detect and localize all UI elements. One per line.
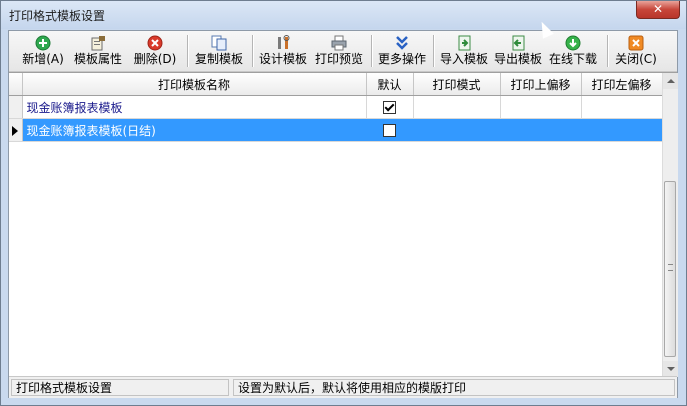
mode-cell[interactable] xyxy=(413,95,501,119)
template-name-cell[interactable]: 现金账簿报表模板(日结) xyxy=(22,118,367,142)
header-row: 打印模板名称 默认 打印模式 打印上偏移 打印左偏移 xyxy=(9,73,663,96)
import-template-button[interactable]: 导入模板 xyxy=(437,33,491,69)
delete-x-icon xyxy=(147,35,163,51)
scroll-thumb[interactable] xyxy=(664,181,676,357)
template-name-cell[interactable]: 现金账簿报表模板 xyxy=(22,95,367,119)
toolbar-separator xyxy=(371,35,373,67)
close-icon xyxy=(628,35,644,51)
column-header-name[interactable]: 打印模板名称 xyxy=(22,73,367,96)
export-template-button[interactable]: 导出模板 xyxy=(491,33,545,69)
close-label: 关闭(C) xyxy=(615,52,657,66)
column-header-default[interactable]: 默认 xyxy=(366,73,414,96)
title-bar[interactable]: 打印格式模板设置 ✕ xyxy=(1,1,686,29)
template-table: 打印模板名称 默认 打印模式 打印上偏移 打印左偏移 现金账簿报表模板 现金账簿… xyxy=(9,73,663,142)
double-chevron-down-icon xyxy=(394,35,410,51)
template-props-button[interactable]: 模板属性 xyxy=(71,33,125,69)
default-checkbox[interactable] xyxy=(383,124,396,137)
mode-cell[interactable] xyxy=(413,118,501,142)
status-bar: 打印格式模板设置 设置为默认后，默认将使用相应的模版打印 xyxy=(9,376,677,398)
print-preview-button[interactable]: 打印预览 xyxy=(312,33,366,69)
window-title: 打印格式模板设置 xyxy=(9,9,106,23)
left-offset-cell[interactable] xyxy=(581,118,663,142)
more-actions-button[interactable]: 更多操作 xyxy=(375,33,429,69)
add-button[interactable]: 新增(A) xyxy=(17,33,69,69)
toolbar-separator xyxy=(607,35,609,67)
online-download-button[interactable]: 在线下载 xyxy=(545,33,601,69)
toolbar-separator xyxy=(187,35,189,67)
template-grid[interactable]: 打印模板名称 默认 打印模式 打印上偏移 打印左偏移 现金账簿报表模板 现金账簿… xyxy=(9,72,678,377)
column-header-left-offset[interactable]: 打印左偏移 xyxy=(581,73,663,96)
dialog-client: 新增(A) 模板属性 删除(D) 复制模板 设计模板 打印预览 更多操作 导入模… xyxy=(8,30,678,398)
column-header-top-offset[interactable]: 打印上偏移 xyxy=(500,73,582,96)
export-icon xyxy=(510,35,526,51)
import-template-label: 导入模板 xyxy=(439,52,488,66)
toolbar-separator xyxy=(252,35,254,67)
copy-template-button[interactable]: 复制模板 xyxy=(191,33,247,69)
more-actions-label: 更多操作 xyxy=(377,52,426,66)
download-circle-icon xyxy=(565,35,581,51)
current-row-arrow-icon xyxy=(12,125,18,136)
row-marker[interactable] xyxy=(9,95,23,119)
close-button[interactable]: 关闭(C) xyxy=(611,33,661,69)
status-left-panel: 打印格式模板设置 xyxy=(11,379,229,396)
print-preview-label: 打印预览 xyxy=(314,52,363,66)
default-cell[interactable] xyxy=(366,118,414,142)
export-template-label: 导出模板 xyxy=(493,52,542,66)
window-close-button[interactable]: ✕ xyxy=(636,1,680,19)
online-download-label: 在线下载 xyxy=(548,52,597,66)
template-props-label: 模板属性 xyxy=(73,52,122,66)
table-row-selected[interactable]: 现金账簿报表模板(日结) xyxy=(9,118,663,142)
delete-label: 删除(D) xyxy=(133,52,177,66)
scroll-down-arrow-icon[interactable] xyxy=(663,361,678,377)
printer-icon xyxy=(331,35,347,51)
top-offset-cell[interactable] xyxy=(500,95,582,119)
tools-icon xyxy=(275,35,291,51)
left-offset-cell[interactable] xyxy=(581,95,663,119)
top-offset-cell[interactable] xyxy=(500,118,582,142)
row-marker[interactable] xyxy=(9,118,23,142)
design-template-label: 设计模板 xyxy=(258,52,307,66)
design-template-button[interactable]: 设计模板 xyxy=(256,33,310,69)
copy-template-label: 复制模板 xyxy=(194,52,243,66)
row-header-corner xyxy=(9,73,23,96)
properties-icon xyxy=(90,35,106,51)
dialog-window: 打印格式模板设置 ✕ 新增(A) 模板属性 删除(D) 复制模板 设计模板 打印… xyxy=(0,0,687,406)
default-cell[interactable] xyxy=(366,95,414,119)
delete-button[interactable]: 删除(D) xyxy=(129,33,181,69)
column-header-mode[interactable]: 打印模式 xyxy=(413,73,501,96)
import-icon xyxy=(456,35,472,51)
copy-icon xyxy=(211,35,227,51)
default-checkbox[interactable] xyxy=(383,101,396,114)
table-row[interactable]: 现金账簿报表模板 xyxy=(9,95,663,119)
toolbar: 新增(A) 模板属性 删除(D) 复制模板 设计模板 打印预览 更多操作 导入模… xyxy=(9,31,677,72)
status-right-panel: 设置为默认后，默认将使用相应的模版打印 xyxy=(233,379,675,396)
toolbar-separator xyxy=(433,35,435,67)
plus-circle-icon xyxy=(35,35,51,51)
vertical-scrollbar[interactable] xyxy=(662,73,678,377)
scroll-up-arrow-icon[interactable] xyxy=(663,73,678,89)
add-label: 新增(A) xyxy=(22,52,64,66)
